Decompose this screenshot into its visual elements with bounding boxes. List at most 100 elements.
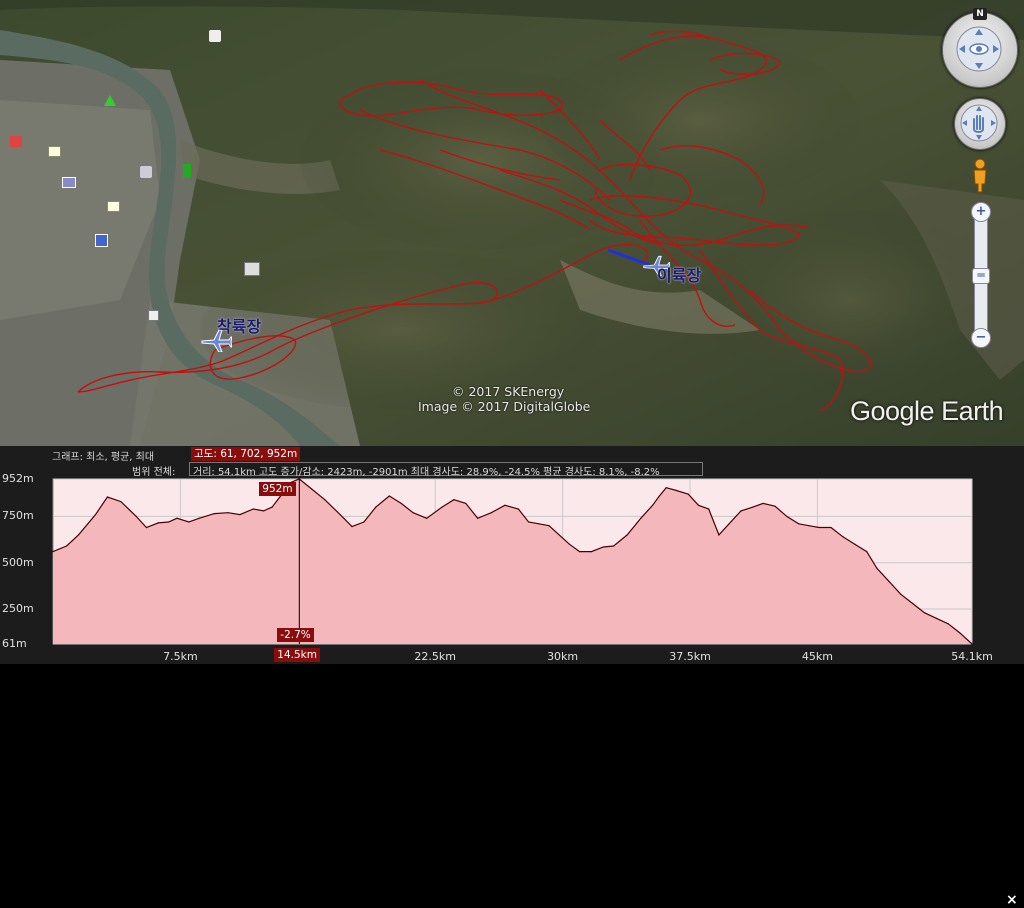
zoom-out-button[interactable]: − [971,328,991,348]
imagery-credit-digitalglobe: Image © 2017 DigitalGlobe [418,399,591,414]
elevation-point [65,545,68,547]
elevation-point [762,502,764,505]
takeoff-label[interactable]: 이륙장 [657,262,701,286]
satellite-imagery [0,0,1024,446]
y-tick-label: 61m [2,637,27,650]
elevation-point [798,523,800,525]
compass-north[interactable]: N [973,8,987,20]
elevation-point [640,517,642,519]
elevation-point [538,523,540,525]
bus-icon[interactable] [95,234,108,247]
y-tick-label: 500m [2,555,34,569]
elevation-point [658,495,661,497]
poi-icon[interactable] [10,136,22,147]
elevation-point [740,510,742,512]
landing-label[interactable]: 착륙장 [217,313,261,337]
close-button[interactable]: × [1006,892,1018,908]
elevation-point [490,512,492,514]
lodging-icon[interactable] [62,177,76,188]
elevation-point [675,489,678,492]
elevation-point [665,487,667,489]
poi-icon[interactable] [148,310,159,321]
elevation-point [830,526,832,529]
x-tick-label: 45km [801,650,833,663]
elevation-point [198,517,200,519]
elevation-point [786,515,788,518]
x-tick-label: 37.5km [669,650,711,663]
elevation-point [708,508,710,510]
elevation-point [176,517,178,519]
elevation-point [426,517,428,519]
elevation-point [351,525,353,528]
elevation-point [854,543,856,545]
museum-icon[interactable] [244,262,260,276]
shopping-icon[interactable] [107,201,120,212]
elevation-point [558,534,560,536]
zoom-slider[interactable]: + ═ − [970,202,991,348]
elevation-point [568,543,571,545]
x-tick-label: 30km [547,650,579,663]
poi-icon[interactable] [140,166,152,178]
zoom-slider-thumb[interactable]: ═ [972,268,990,284]
elevation-point [612,545,615,547]
elevation-point [388,495,390,497]
elevation-point [77,534,80,536]
move-control[interactable] [954,98,1006,150]
elevation-point [52,550,54,553]
elevation-point [310,488,312,490]
shopping-icon[interactable] [48,146,61,157]
elevation-point [120,500,122,503]
elevation-point [808,525,810,527]
elevation-point [106,496,108,498]
elevation-point [339,513,341,516]
elevation-point [578,550,581,553]
x-tick-label: 7.5km [163,650,198,663]
cursor-elevation-label: 952m [259,482,296,496]
x-tick-label: 22.5km [414,650,456,663]
park-icon[interactable] [104,95,116,106]
elevation-point [400,502,402,505]
elevation-point [412,512,414,514]
elevation-point [135,515,137,518]
elevation-point [324,499,326,501]
elevation-point [876,567,878,569]
y-tick-label: 250m [2,602,34,615]
elevation-point [375,506,377,508]
elevation-point [687,493,689,495]
elevation-point [271,506,273,508]
elevation-point [774,505,776,507]
y-tick-label: 750m [2,509,34,523]
elevation-point [842,536,844,538]
imagery-credit-skenergy: © 2017 SKEnergy [452,384,565,399]
elevation-chart[interactable] [0,446,1024,664]
elevation-point [947,623,949,625]
elevation-point [752,506,754,508]
elevation-point [167,521,170,523]
elevation-point [935,617,937,619]
elevation-point [528,521,530,523]
elevation-point [866,550,868,553]
look-control[interactable]: N [942,8,1018,88]
elevation-point [697,504,700,506]
hand-icon[interactable] [959,103,999,143]
elevation-point [145,526,148,529]
eye-icon[interactable] [954,24,1004,74]
elevation-point [252,508,255,510]
elevation-point [239,513,241,516]
zoom-in-button[interactable]: + [971,202,991,222]
map-view[interactable]: 착륙장 이륙장 © 2017 SKEnergy Image © 2017 Dig… [0,0,1024,446]
elevation-point [157,522,159,524]
elevation-point [959,632,961,634]
elevation-point [441,506,443,508]
cursor-distance-label: 14.5km [274,648,320,662]
elevation-point [971,643,973,645]
elevation-point [652,504,654,506]
flag-icon[interactable] [183,164,191,178]
pegman-icon[interactable] [971,158,989,194]
elevation-point [94,513,97,516]
elevation-point [923,612,926,614]
elevation-point [888,580,890,582]
poi-icon[interactable] [209,30,221,42]
elevation-point [590,550,593,553]
google-earth-logo: Google Earth [850,396,1004,426]
